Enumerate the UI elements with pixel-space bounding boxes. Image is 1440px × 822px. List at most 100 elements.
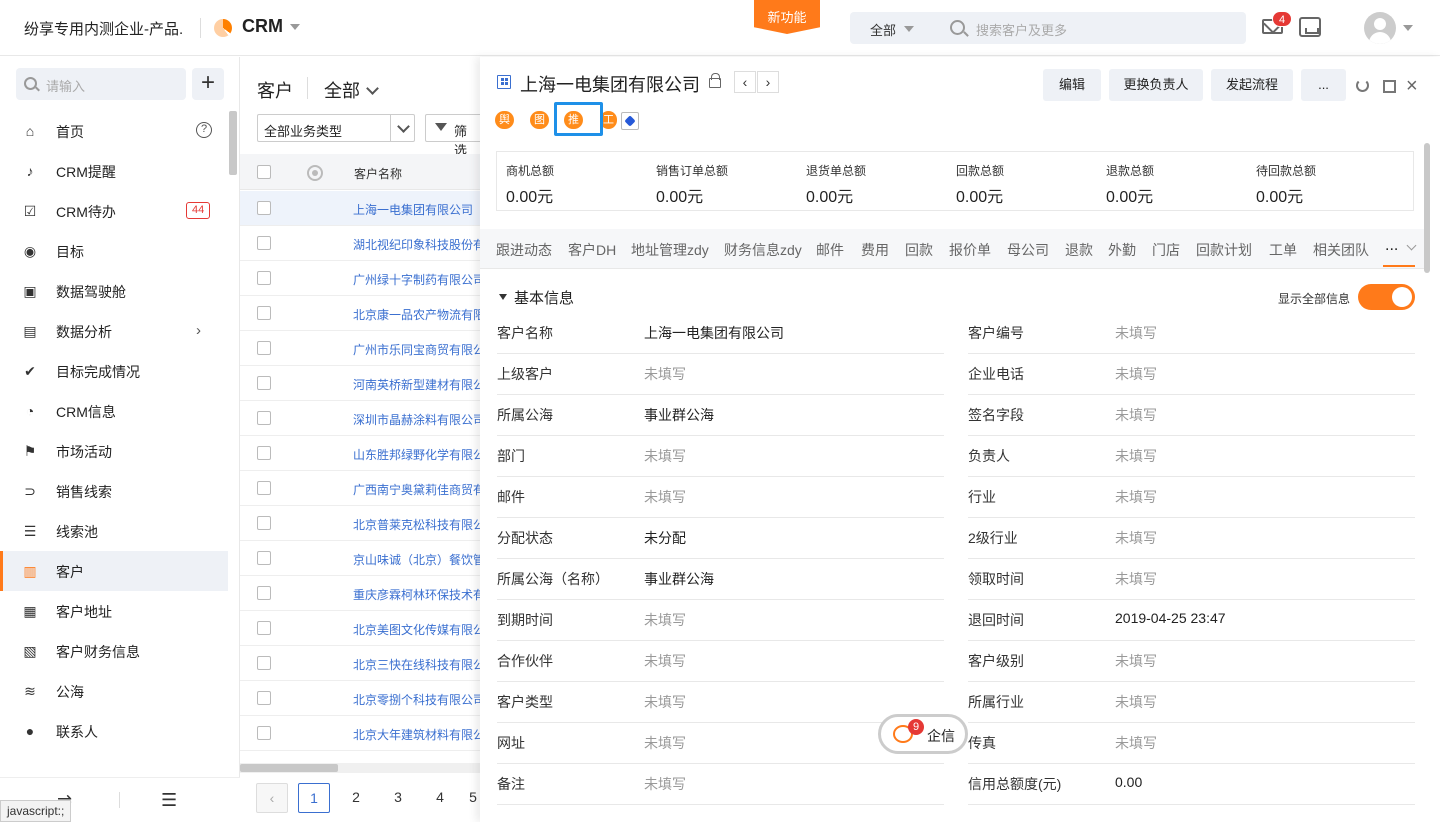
field-value[interactable]: 未填写 bbox=[644, 774, 686, 794]
field-value[interactable]: 事业群公海 bbox=[644, 405, 714, 425]
field-value[interactable]: 未填写 bbox=[644, 692, 686, 712]
tab-payment-plan[interactable]: 回款计划 bbox=[1196, 240, 1252, 260]
sidebar-item-public-pool[interactable]: ≋ 公海 bbox=[0, 671, 228, 711]
sidebar-search-input[interactable]: 请输入 bbox=[46, 76, 85, 95]
company-name[interactable]: 纷享专用内测企业-产品... bbox=[24, 18, 184, 39]
table-row[interactable]: 广州绿十字制药有限公司 bbox=[240, 261, 485, 296]
collapse-sidebar-icon[interactable]: ☰ bbox=[161, 790, 177, 811]
sidebar-item-target-progress[interactable]: ✔ 目标完成情况 bbox=[0, 351, 228, 391]
customer-name-link[interactable]: 北京三快在线科技有限公 bbox=[353, 656, 485, 673]
field-value[interactable]: 未填写 bbox=[1115, 446, 1157, 466]
page-button[interactable]: 1 bbox=[298, 783, 330, 813]
sidebar-item-marketing[interactable]: ⚑ 市场活动 bbox=[0, 431, 228, 471]
fullscreen-icon[interactable] bbox=[1383, 80, 1396, 93]
collapse-caret-icon[interactable] bbox=[499, 294, 507, 300]
show-all-toggle[interactable] bbox=[1358, 284, 1415, 310]
table-row[interactable]: 北京普莱克松科技有限公 bbox=[240, 506, 485, 541]
sidebar-item-crm-todo[interactable]: ☑ CRM待办 44 bbox=[0, 191, 228, 231]
next-record-button[interactable]: › bbox=[757, 71, 779, 93]
tab-address[interactable]: 地址管理zdy bbox=[631, 240, 709, 260]
table-row[interactable]: 河南英桥新型建材有限公 bbox=[240, 366, 485, 401]
tab-payment[interactable]: 回款 bbox=[905, 240, 933, 260]
sidebar-item-dashboard[interactable]: ▣ 数据驾驶舱 bbox=[0, 271, 228, 311]
business-type-select[interactable]: 全部业务类型 bbox=[257, 114, 415, 142]
customer-name-link[interactable]: 重庆彦霖柯林环保技术有 bbox=[353, 586, 485, 603]
row-checkbox[interactable] bbox=[257, 201, 271, 215]
customer-name-link[interactable]: 广州市乐同宝商贸有限公 bbox=[353, 341, 485, 358]
tag-graph[interactable]: 图谱 bbox=[530, 111, 549, 144]
customer-name-link[interactable]: 广西南宁奥黛莉佳商贸有 bbox=[353, 481, 485, 498]
new-feature-badge[interactable]: 新功能 bbox=[754, 0, 820, 34]
chevron-down-icon[interactable] bbox=[904, 26, 914, 32]
row-checkbox[interactable] bbox=[257, 586, 271, 600]
horizontal-scrollbar[interactable] bbox=[240, 763, 480, 773]
table-row[interactable]: 北京美图文化传媒有限公 bbox=[240, 611, 485, 646]
column-settings-icon[interactable] bbox=[307, 165, 323, 181]
tab-refund[interactable]: 退款 bbox=[1065, 240, 1093, 260]
table-row[interactable]: 深圳市晶赫涂料有限公司 bbox=[240, 401, 485, 436]
table-row[interactable]: 重庆彦霖柯林环保技术有 bbox=[240, 576, 485, 611]
field-value[interactable]: 未填写 bbox=[644, 610, 686, 630]
sidebar-item-data-analysis[interactable]: ▤ 数据分析 › bbox=[0, 311, 228, 351]
row-checkbox[interactable] bbox=[257, 656, 271, 670]
row-checkbox[interactable] bbox=[257, 516, 271, 530]
sidebar-item-customer-finance[interactable]: ▧ 客户财务信息 bbox=[0, 631, 228, 671]
page-button[interactable]: 2 bbox=[340, 783, 372, 813]
field-value[interactable]: 未填写 bbox=[1115, 651, 1157, 671]
search-scope-select[interactable]: 全部 bbox=[870, 20, 896, 39]
row-checkbox[interactable] bbox=[257, 446, 271, 460]
list-scope-select[interactable]: 全部 bbox=[324, 77, 360, 103]
chevron-down-icon[interactable] bbox=[366, 82, 379, 95]
field-value[interactable]: 未填写 bbox=[1115, 364, 1157, 384]
tag-blue-icon[interactable] bbox=[621, 112, 639, 130]
sidebar-item-customer[interactable]: ▥ 客户 bbox=[0, 551, 228, 591]
edit-button[interactable]: 编辑 bbox=[1043, 69, 1101, 101]
row-checkbox[interactable] bbox=[257, 236, 271, 250]
field-value[interactable]: 未填写 bbox=[644, 487, 686, 507]
refresh-icon[interactable] bbox=[1356, 79, 1369, 92]
close-icon[interactable]: × bbox=[1406, 76, 1418, 96]
row-checkbox[interactable] bbox=[257, 341, 271, 355]
customer-name-link[interactable]: 广州绿十字制药有限公司 bbox=[353, 271, 485, 288]
field-value[interactable]: 0.00 bbox=[1115, 774, 1142, 790]
field-value[interactable]: 未填写 bbox=[644, 733, 686, 753]
tab-customer-dh[interactable]: 客户DH bbox=[568, 240, 616, 260]
table-row[interactable]: 广州市乐同宝商贸有限公 bbox=[240, 331, 485, 366]
table-row[interactable]: 山东胜邦绿野化学有限公 bbox=[240, 436, 485, 471]
row-checkbox[interactable] bbox=[257, 306, 271, 320]
table-row[interactable]: 北京大年建筑材料有限公 bbox=[240, 716, 485, 751]
inbox-icon[interactable] bbox=[1299, 17, 1321, 37]
customer-name-link[interactable]: 北京零捌个科技有限公司 bbox=[353, 691, 485, 708]
tab-store[interactable]: 门店 bbox=[1152, 240, 1180, 260]
sidebar-item-crm-reminder[interactable]: ♪ CRM提醒 bbox=[0, 151, 228, 191]
tab-expense[interactable]: 费用 bbox=[861, 240, 889, 260]
row-checkbox[interactable] bbox=[257, 691, 271, 705]
chevron-down-icon[interactable] bbox=[1403, 25, 1413, 31]
sidebar-item-sales-leads[interactable]: ⊃ 销售线索 bbox=[0, 471, 228, 511]
customer-name-link[interactable]: 北京康一品农产物流有限 bbox=[353, 306, 485, 323]
prev-page-button[interactable]: ‹ bbox=[256, 783, 288, 813]
filter-button[interactable]: 筛选 bbox=[425, 114, 485, 158]
row-checkbox[interactable] bbox=[257, 411, 271, 425]
customer-name-link[interactable]: 湖北视纪印象科技股份有 bbox=[353, 236, 485, 253]
chevron-down-icon[interactable] bbox=[1406, 240, 1417, 251]
row-checkbox[interactable] bbox=[257, 481, 271, 495]
page-button[interactable]: 3 bbox=[382, 783, 414, 813]
table-row[interactable]: 北京零捌个科技有限公司 bbox=[240, 681, 485, 716]
tag-sentiment[interactable]: 舆情 bbox=[495, 111, 514, 144]
customer-name-link[interactable]: 北京普莱克松科技有限公 bbox=[353, 516, 485, 533]
tab-parent-company[interactable]: 母公司 bbox=[1007, 240, 1049, 260]
field-value[interactable]: 未填写 bbox=[1115, 323, 1157, 343]
sidebar-item-target[interactable]: ◉ 目标 bbox=[0, 231, 228, 271]
app-name[interactable]: CRM bbox=[242, 16, 283, 37]
field-value[interactable]: 事业群公海 bbox=[644, 569, 714, 589]
app-switch-caret-icon[interactable] bbox=[290, 24, 300, 30]
change-owner-button[interactable]: 更换负责人 bbox=[1109, 69, 1203, 101]
field-value[interactable]: 未填写 bbox=[1115, 733, 1157, 753]
tab-quote[interactable]: 报价单 bbox=[949, 240, 991, 260]
page-button[interactable]: 5 bbox=[466, 783, 480, 813]
sidebar-item-home[interactable]: ⌂ 首页? bbox=[0, 111, 228, 151]
customer-name-link[interactable]: 山东胜邦绿野化学有限公 bbox=[353, 446, 485, 463]
lock-icon[interactable] bbox=[709, 73, 721, 88]
prev-record-button[interactable]: ‹ bbox=[734, 71, 756, 93]
